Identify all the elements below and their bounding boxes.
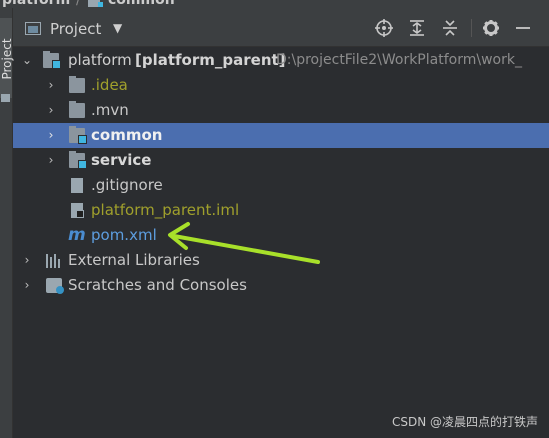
watermark: CSDN @凌晨四点的打铁声 xyxy=(392,415,539,429)
annotation-arrow xyxy=(168,222,320,264)
